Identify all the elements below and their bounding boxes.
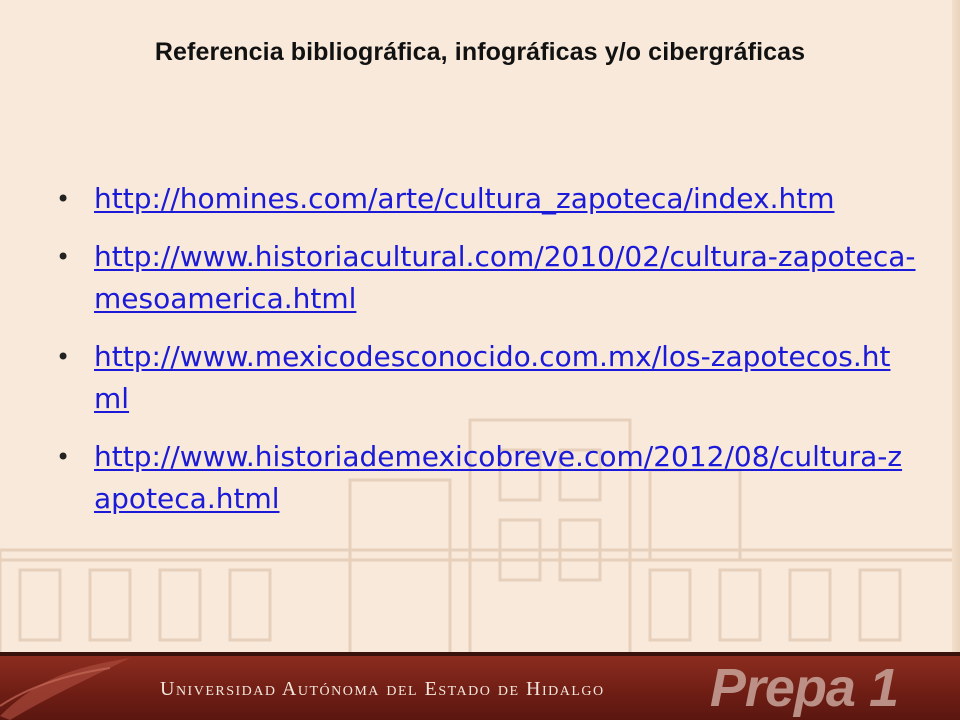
reference-list: • http://homines.com/arte/cultura_zapote… [56,178,916,536]
bullet-icon: • [56,443,71,471]
bullet-icon: • [56,185,71,213]
list-item: • http://www.mexicodesconocido.com.mx/lo… [56,336,916,420]
reference-link-historiademexicobreve[interactable]: http://www.historiademexicobreve.com/201… [94,440,902,515]
footer-banner: Universidad Autónoma del Estado de Hidal… [0,656,960,720]
slide: Referencia bibliográfica, infográficas y… [0,0,960,720]
slide-title: Referencia bibliográfica, infográficas y… [154,38,806,66]
bullet-icon: • [56,243,71,271]
slide-edge-shadow [952,0,960,660]
list-item: • http://www.historiacultural.com/2010/0… [56,236,916,320]
reference-link-mexicodesconocido[interactable]: http://www.mexicodesconocido.com.mx/los-… [94,340,890,415]
list-item: • http://homines.com/arte/cultura_zapote… [56,178,916,220]
list-item: • http://www.historiademexicobreve.com/2… [56,436,916,520]
bullet-icon: • [56,343,71,371]
prepa-logo: Prepa 1 [709,658,899,718]
reference-link-historiacultural[interactable]: http://www.historiacultural.com/2010/02/… [94,240,916,315]
institution-name: Universidad Autónoma del Estado de Hidal… [160,678,605,700]
feather-icon [0,658,130,720]
reference-link-homines[interactable]: http://homines.com/arte/cultura_zapoteca… [94,182,834,215]
